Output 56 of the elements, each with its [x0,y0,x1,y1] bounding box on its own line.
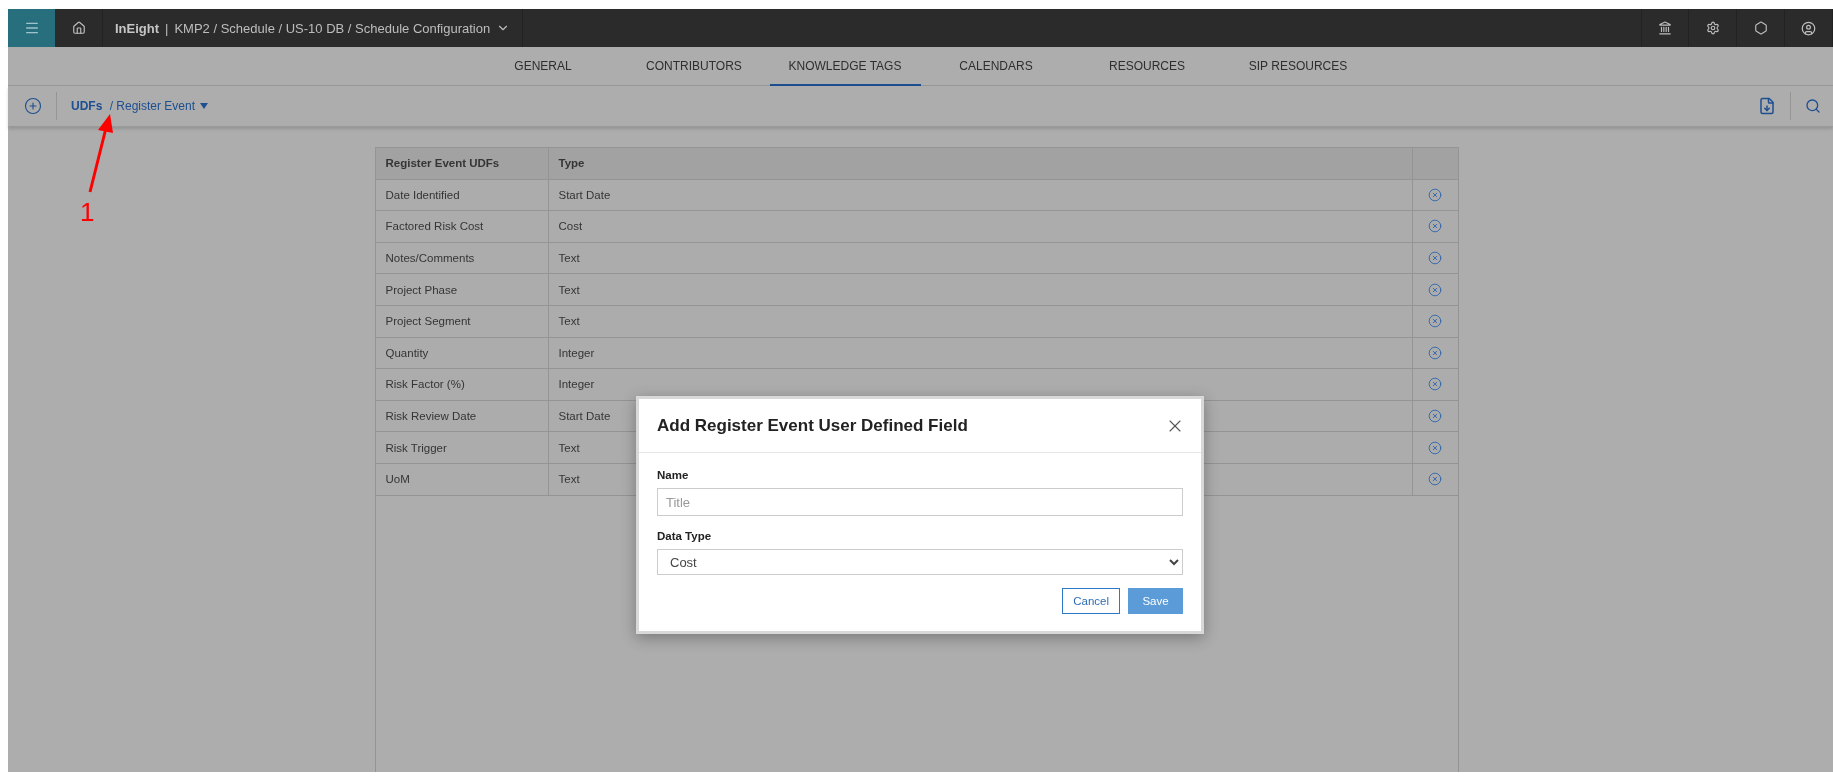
breadcrumb[interactable]: KMP2 / Schedule / US-10 DB / Schedule Configuration [174,20,491,36]
table-cell: Risk Review Date [375,400,549,433]
bank-icon[interactable] [1658,21,1672,35]
delete-icon[interactable] [1428,440,1442,455]
tab[interactable]: CONTRIBUTORS [618,47,770,86]
field-label: Name [657,469,690,481]
tab[interactable]: KNOWLEDGE TAGS [769,47,921,86]
table-cell: Start Date [548,179,1413,212]
delete-icon[interactable] [1428,219,1442,234]
tab[interactable]: SIP RESOURCES [1222,47,1374,86]
settings-icon[interactable] [1705,21,1720,35]
udf-breadcrumb[interactable]: UDFs / Register Event [71,99,196,113]
table-cell: Text [548,305,1413,338]
delete-icon[interactable] [1428,282,1442,297]
field-label: Data Type [657,530,713,542]
tab[interactable]: GENERAL [467,47,619,86]
delete-icon[interactable] [1428,187,1442,202]
tab[interactable]: RESOURCES [1071,47,1223,86]
home-icon[interactable] [71,21,86,35]
menu-icon[interactable] [23,20,40,36]
annotation-label: 1 [80,197,95,228]
table-cell: Text [548,242,1413,275]
user-icon[interactable] [1801,20,1816,36]
delete-icon[interactable] [1428,472,1442,487]
table-cell: Quantity [375,337,549,370]
delete-icon[interactable] [1428,409,1442,424]
search-icon[interactable] [1805,98,1821,114]
table-cell: Cost [548,211,1413,243]
table-cell: Project Phase [375,274,549,306]
divider-text: | [165,20,169,36]
table-cell: Risk Factor (%) [375,369,549,401]
table-cell: Factored Risk Cost [375,211,549,243]
hexagon-icon[interactable] [1753,21,1768,35]
menu-button[interactable] [8,9,55,47]
file-download-icon[interactable] [1758,97,1776,115]
table-cell: Project Segment [375,305,549,338]
tab[interactable]: CALENDARS [920,47,1072,86]
delete-icon[interactable] [1428,314,1442,329]
table-cell: Date Identified [375,179,549,212]
table-cell: Integer [548,369,1413,401]
name-field[interactable]: Title [657,488,1183,516]
column-header: Type [548,148,1413,180]
delete-icon[interactable] [1428,251,1442,266]
data-type-select[interactable]: Cost [657,549,1183,575]
cancel-button[interactable]: Cancel [1062,588,1120,614]
table-cell: Notes/Comments [375,242,549,275]
column-header: Register Event UDFs [375,148,549,180]
table-cell: Integer [548,337,1413,370]
caret-icon[interactable] [200,103,209,109]
delete-icon[interactable] [1428,377,1442,392]
table-cell: Risk Trigger [375,432,549,464]
add-icon[interactable] [24,97,42,115]
table-cell: Text [548,274,1413,306]
delete-icon[interactable] [1428,345,1442,360]
table-cell: UoM [375,463,549,496]
brand-name: InEight [115,20,160,36]
